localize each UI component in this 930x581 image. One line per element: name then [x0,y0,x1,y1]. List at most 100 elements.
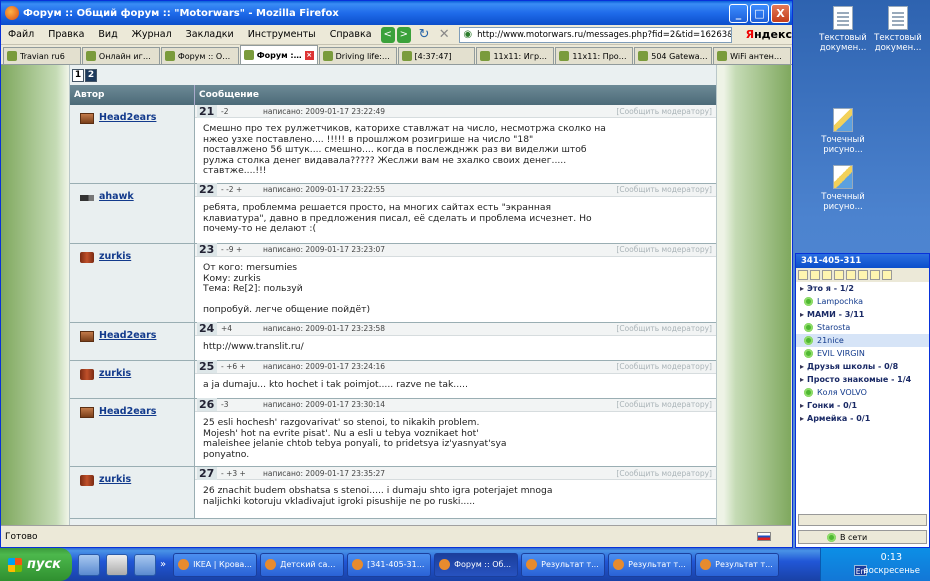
minimize-button[interactable]: _ [729,3,748,23]
icq-tool-icon[interactable] [834,270,844,280]
icq-group-label: Это я - 1/2 [807,284,854,293]
taskbar-button[interactable]: [341-405-31... [347,552,432,577]
title-bar[interactable]: Форум :: Общий форум :: "Motorwars" - Mo… [1,1,792,25]
report-to-moderator-link[interactable]: [Сообщить модератору] [616,469,716,478]
icq-toolbar [796,268,929,282]
taskbar-button[interactable]: Результат т... [695,552,780,577]
tab[interactable]: Онлайн игра... [81,47,160,64]
page-link[interactable]: 1 [72,69,84,82]
quick-launch-expand[interactable]: » [160,559,166,570]
tab[interactable]: [4:37:47] [397,47,476,64]
author-name-link[interactable]: Head2ears [99,112,156,123]
post-rating[interactable]: - +6 + [217,362,263,371]
icq-contact[interactable]: 21nice [796,334,929,347]
icq-group[interactable]: МАМИ - 3/11 [796,308,929,321]
author-name-link[interactable]: zurkis [99,251,131,262]
menu-item[interactable]: Справка [323,29,379,40]
tab[interactable]: 11x11: Проф... [555,47,634,64]
menu-item[interactable]: Журнал [125,29,179,40]
desktop-icon[interactable]: Текстовый докумен... [813,6,873,53]
icq-group[interactable]: Гонки - 0/1 [796,399,929,412]
report-to-moderator-link[interactable]: [Сообщить модератору] [616,400,716,409]
maximize-button[interactable]: □ [750,3,769,23]
menu-item[interactable]: Вид [91,29,124,40]
clock-time[interactable]: 0:13 [881,552,902,563]
post-message: 21 -2 написано: 2009-01-17 23:22:49 [Сообщи… [195,104,716,183]
tab-active[interactable]: Форум :: ...× [239,45,318,64]
icq-contact[interactable]: EVIL VIRGIN [796,347,929,360]
address-bar[interactable]: ◉ http://www.motorwars.ru/messages.php?f… [459,26,732,43]
post-rating[interactable]: +4 [217,324,263,333]
post-text: http://www.translit.ru/ [203,340,304,352]
post-rating[interactable]: -3 [217,400,263,409]
desktop-icon[interactable]: Текстовый докумен... [868,6,928,53]
icq-contact[interactable]: Коля VOLVO [796,386,929,399]
taskbar-button[interactable]: Детский сад... [260,552,345,577]
tab[interactable]: 504 Gateway ... [634,47,713,64]
back-button[interactable]: < [380,26,395,43]
menu-item[interactable]: Файл [1,29,41,40]
stop-icon[interactable]: ✕ [437,27,451,43]
icq-tool-icon[interactable] [846,270,856,280]
quick-launch-icon[interactable] [134,553,156,576]
author-name-link[interactable]: zurkis [99,368,131,379]
icq-tool-icon[interactable] [858,270,868,280]
tab[interactable]: Driving life:д... [318,47,397,64]
icq-title[interactable]: 341-405-311 [796,254,929,268]
report-to-moderator-link[interactable]: [Сообщить модератору] [616,185,716,194]
tab[interactable]: 11x11: Игро... [476,47,555,64]
forward-button[interactable]: > [396,26,411,43]
menu-item[interactable]: Инструменты [241,29,323,40]
author-name-link[interactable]: zurkis [99,474,131,485]
author-name-link[interactable]: Head2ears [99,330,156,341]
icq-group-label: Друзья школы - 0/8 [807,362,899,371]
menu-item[interactable]: Правка [41,29,91,40]
report-to-moderator-link[interactable]: [Сообщить модератору] [616,245,716,254]
taskbar-button[interactable]: IKEA | Крова... [173,552,258,577]
post-rating[interactable]: -2 [217,107,263,116]
tab-favicon-icon [559,51,570,61]
taskbar-button[interactable]: Результат т... [608,552,693,577]
tab[interactable]: Travian ru6 [3,47,81,64]
desktop-icon[interactable]: Точечный рисуно... [813,165,873,212]
author-name-link[interactable]: ahawk [99,191,134,202]
icq-group[interactable]: Друзья школы - 0/8 [796,360,929,373]
icq-group[interactable]: Это я - 1/2 [796,282,929,295]
reload-icon[interactable]: ↻ [417,27,431,43]
icq-tool-icon[interactable] [810,270,820,280]
menu-item[interactable]: Закладки [179,29,241,40]
close-button[interactable]: X [771,3,790,23]
post-rating[interactable]: - +3 + [217,469,263,478]
post-row: zurkis 27- +3 + написано: 2009-01-17 23:35… [70,466,716,520]
post-rating[interactable]: - -2 + [217,185,263,194]
taskbar-button[interactable]: Форум :: Об... [434,552,519,577]
icq-tool-icon[interactable] [882,270,892,280]
icq-tool-icon[interactable] [870,270,880,280]
status-bar: Готово [1,525,791,547]
start-button[interactable]: пуск [0,548,72,581]
icq-status-button[interactable]: В сети [798,530,927,544]
quick-launch-icon[interactable] [78,553,100,576]
task-label: Результат т... [541,560,599,569]
yandex-search-logo[interactable]: Яндекс [746,28,792,41]
icq-contact[interactable]: Lampochka [796,295,929,308]
icq-tool-icon[interactable] [822,270,832,280]
icq-tool-icon[interactable] [798,270,808,280]
post-message: 22- -2 + написано: 2009-01-17 23:22:55 [Со… [195,183,716,243]
icq-main-menu-button[interactable] [798,513,927,526]
desktop-icon[interactable]: Точечный рисуно... [813,108,873,155]
tab[interactable]: Форум :: Об... [160,47,239,64]
icq-group[interactable]: Армейка - 0/1 [796,412,929,425]
post-rating[interactable]: - -9 + [217,245,263,254]
icq-group[interactable]: Просто знакомые - 1/4 [796,373,929,386]
report-to-moderator-link[interactable]: [Сообщить модератору] [616,362,716,371]
icq-contact[interactable]: Starosta [796,321,929,334]
tab-close-icon[interactable]: × [304,50,314,60]
icq-contact-name: Коля VOLVO [817,388,867,397]
author-name-link[interactable]: Head2ears [99,406,156,417]
report-to-moderator-link[interactable]: [Сообщить модератору] [616,107,716,116]
tab[interactable]: WiFi антенна... [713,47,792,64]
quick-launch-icon[interactable] [106,553,128,576]
report-to-moderator-link[interactable]: [Сообщить модератору] [616,324,716,333]
taskbar-button[interactable]: Результат т... [521,552,606,577]
